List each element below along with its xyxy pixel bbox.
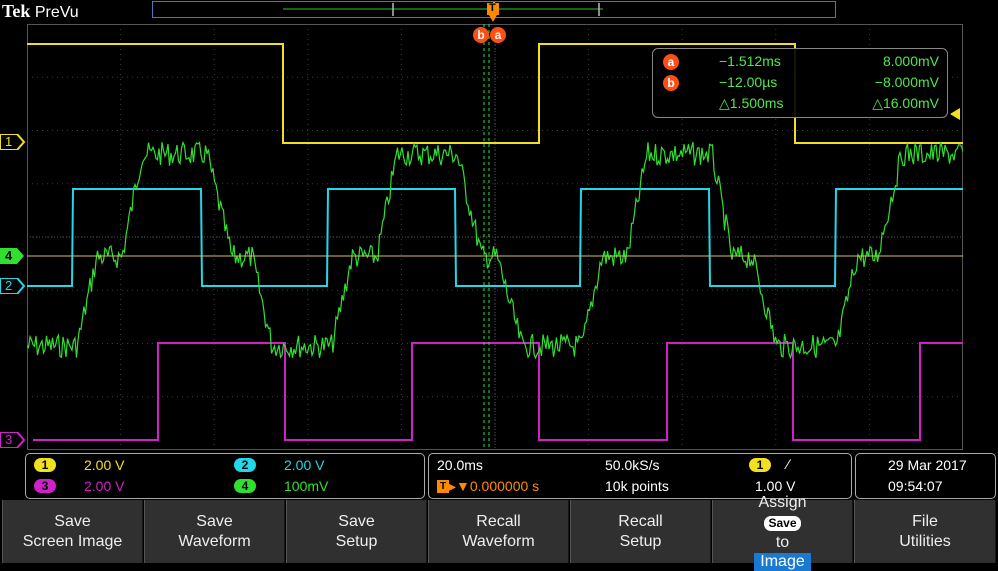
datetime-panel: 29 Mar 2017 09:54:07 [855, 453, 996, 499]
ch3-trace [33, 342, 963, 441]
record-length: 10k points [605, 478, 669, 494]
recall-waveform-button[interactable]: Recall Waveform [428, 500, 569, 563]
trigger-position-icon[interactable]: T [486, 2, 500, 22]
cursor-b-icon[interactable]: b [473, 27, 489, 43]
status-bar: 1 2.00 V 2 2.00 V 3 2.00 V 4 100mV 20.0m… [0, 452, 998, 500]
trigger-position-marker-icon: T [437, 480, 449, 493]
ch1-level-marker[interactable]: 1 [0, 133, 26, 155]
cursor-b-value: −8.000mV [874, 74, 939, 90]
ch3-chip: 3 [34, 479, 56, 493]
ch3-marker-label: 3 [5, 432, 13, 447]
cursor-delta-value: △16.00mV [872, 95, 939, 111]
save-waveform-button[interactable]: Save Waveform [144, 500, 285, 563]
save-chip: Save [764, 515, 801, 531]
sample-rate: 50.0kS/s [605, 457, 660, 473]
cursor-readout-panel[interactable]: a b −1.512ms 8.000mV −12.00µs −8.000mV △… [652, 48, 948, 118]
date: 29 Mar 2017 [888, 457, 967, 473]
time: 09:54:07 [888, 478, 943, 494]
ch2-level-marker[interactable]: 2 [0, 277, 26, 299]
cursor-b-time: −12.00µs [719, 74, 778, 90]
cursor-a-readout-icon: a [663, 54, 679, 70]
trigger-position: ▸▼0.000000 s [449, 478, 540, 494]
cursor-level-arrow-icon [950, 107, 960, 125]
timebase: 20.0ms [437, 457, 483, 473]
cursor-a-value: 8.000mV [882, 53, 939, 69]
assign-save-button[interactable]: Assign Save to Image [712, 494, 853, 571]
ch3-scale: 2.00 V [84, 478, 125, 494]
ch4-level-marker[interactable]: 4 [0, 248, 26, 269]
trigger-slope-icon: ∕ [787, 456, 790, 472]
trigger-marker-label: T [489, 2, 496, 14]
save-screen-image-button[interactable]: Save Screen Image [2, 500, 143, 563]
brand-mode: PreVu [34, 4, 79, 21]
ch2-chip: 2 [234, 458, 256, 472]
save-setup-button[interactable]: Save Setup [286, 500, 427, 563]
file-utilities-button[interactable]: File Utilities [854, 500, 996, 563]
brand-maker: Tek [2, 1, 31, 21]
ch2-marker-label: 2 [5, 278, 13, 293]
ch1-marker-label: 1 [5, 134, 13, 149]
brand-logo: Tek PreVu [2, 1, 79, 22]
bottom-menu: Save Screen Image Save Waveform Save Setup … [0, 494, 998, 571]
vertical-settings-panel[interactable]: 1 2.00 V 2 2.00 V 3 2.00 V 4 100mV [25, 453, 425, 499]
ch1-scale: 2.00 V [84, 457, 125, 473]
ch4-chip: 4 [234, 479, 256, 493]
ch3-level-marker[interactable]: 3 [0, 431, 26, 453]
cursor-delta-time: △1.500ms [719, 95, 784, 111]
ch4-scale: 100mV [284, 478, 329, 494]
ch4-marker-label: 4 [5, 248, 13, 263]
cursor-a-icon[interactable]: a [490, 27, 506, 43]
cursor-a-time: −1.512ms [719, 53, 781, 69]
ch1-chip: 1 [34, 458, 56, 472]
assign-image-option: Image [754, 552, 811, 571]
trigger-source-chip: 1 [749, 458, 771, 472]
ch2-scale: 2.00 V [284, 457, 325, 473]
cursor-b-readout-icon: b [663, 75, 679, 91]
recall-setup-button[interactable]: Recall Setup [570, 500, 711, 563]
